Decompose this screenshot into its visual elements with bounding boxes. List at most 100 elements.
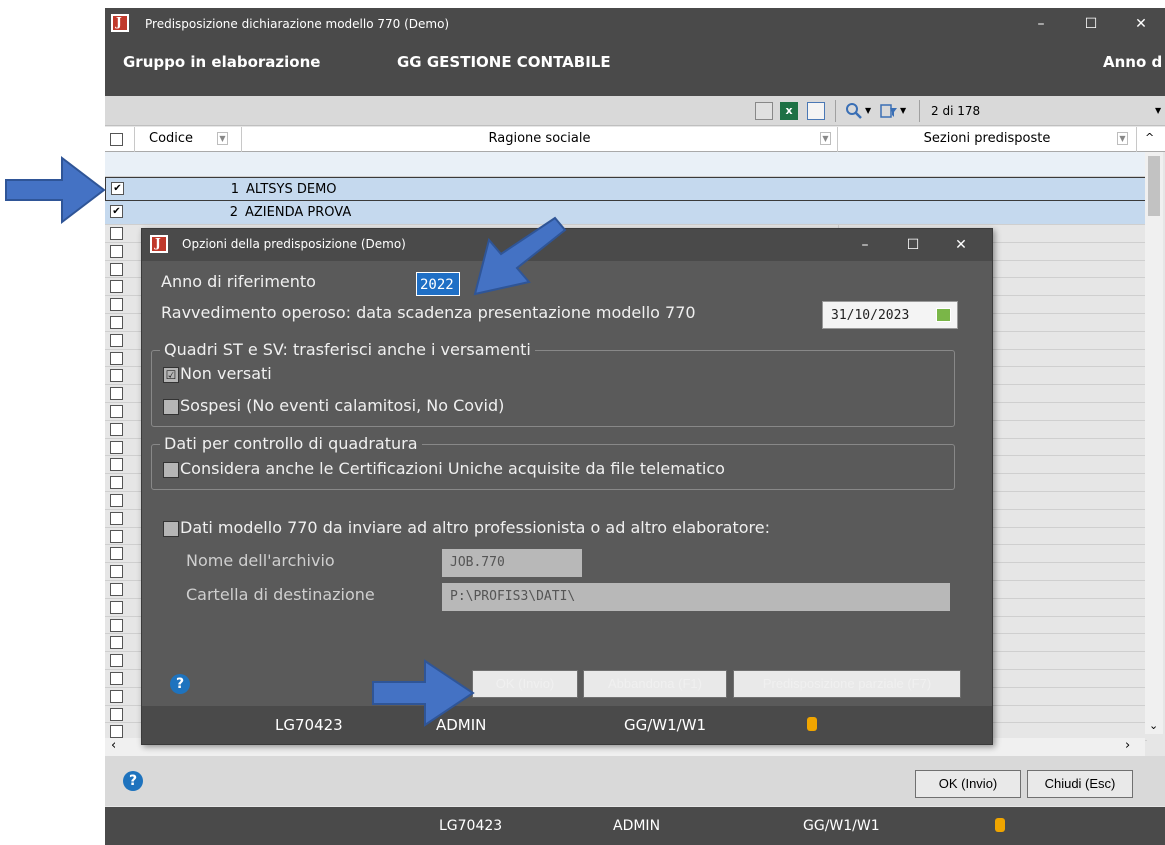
dialog-title: Opzioni della predisposizione (Demo) [182,237,406,251]
row-checkbox[interactable] [110,672,123,685]
row-checkbox[interactable] [110,351,123,365]
close-icon[interactable]: ✕ [938,229,984,261]
quadratura-group: Dati per controllo di quadratura Conside… [151,434,955,490]
table-row[interactable]: ✔ 2 AZIENDA PROVA [105,201,1147,225]
filter-dropdown-icon[interactable]: ▼ [820,132,831,145]
chevron-down-icon[interactable]: ▼ [1155,102,1165,120]
row-checkbox[interactable] [110,654,123,668]
vertical-scrollbar[interactable]: ⌄ [1145,152,1163,734]
row-checkbox[interactable] [110,440,123,454]
annotation-arrow [5,155,106,225]
row-checkbox[interactable] [110,725,123,739]
chevron-down-icon[interactable]: ▼ [900,102,918,120]
non-versati-checkbox[interactable]: ☑ [163,367,179,383]
row-checkbox[interactable] [110,600,123,614]
row-checkbox[interactable] [110,244,123,258]
row-checkbox[interactable] [110,369,123,383]
scroll-right-icon[interactable]: › [1125,738,1130,753]
row-checkbox[interactable] [110,333,123,347]
filter-icon[interactable] [880,102,898,120]
minimize-icon[interactable]: – [1018,8,1064,41]
row-checkbox[interactable] [110,262,123,276]
considera-label: Considera anche le Certificazioni Uniche… [180,459,725,478]
abbandona-button[interactable]: Abbandona (F1) [583,670,727,698]
header-codice-label: Codice [149,131,194,146]
row-checkbox[interactable] [110,494,123,507]
row-checkbox[interactable] [110,636,123,650]
row-checkbox[interactable] [110,707,123,721]
nome-archivio-label: Nome dell'archivio [186,551,335,570]
calendar-icon[interactable] [936,308,951,322]
close-button[interactable]: Chiudi (Esc) [1027,770,1133,798]
grid-header: Codice ▼ Ragione sociale ▼ Sezioni predi… [105,127,1165,152]
header-ragione-sociale[interactable]: Ragione sociale [242,127,838,152]
header-sezioni-label: Sezioni predisposte [923,131,1051,146]
versamenti-group-title: Quadri ST e SV: trasferisci anche i vers… [160,340,535,359]
anno-label: Anno di riferimento [161,272,316,291]
filter-dropdown-icon[interactable]: ▼ [1117,132,1128,145]
row-checkbox[interactable] [110,298,123,312]
help-icon[interactable]: ? [170,674,190,694]
main-titlebar: Predisposizione dichiarazione modello 77… [105,8,1165,41]
main-window-title: Predisposizione dichiarazione modello 77… [145,17,450,31]
search-icon[interactable] [845,102,863,120]
row-checkbox[interactable] [110,547,123,561]
dati-modello-label: Dati modello 770 da inviare ad altro pro… [180,518,771,537]
status-code: LG70423 [439,818,503,834]
status-path: GG/W1/W1 [624,716,707,734]
filter-dropdown-icon[interactable]: ▼ [217,132,228,145]
group-bar: Gruppo in elaborazione GG GESTIONE CONTA… [105,41,1165,96]
filter-row[interactable] [105,152,1147,177]
export-icon[interactable] [807,102,825,120]
status-path: GG/W1/W1 [803,818,880,834]
predisposizione-parziale-button[interactable]: Predisposizione parziale (F7) [733,670,961,698]
anno-input[interactable]: 2022 [416,272,460,296]
print-icon[interactable] [755,102,773,120]
database-icon [995,818,1005,832]
header-sezioni[interactable]: Sezioni predisposte [838,127,1137,152]
row-checkbox[interactable] [110,227,123,240]
close-icon[interactable]: ✕ [1118,8,1164,41]
dialog-statusbar: LG70423 ADMIN GG/W1/W1 [142,706,992,744]
minimize-icon[interactable]: – [842,229,888,261]
dati-modello-checkbox[interactable] [163,521,179,537]
ok-button[interactable]: OK (Invio) [472,670,578,698]
row-name: ALTSYS DEMO [246,182,337,197]
toolbar-separator [919,100,920,122]
dialog-body: Anno di riferimento 2022 Ravvedimento op… [151,261,984,707]
row-checkbox[interactable] [110,618,123,632]
row-checkbox[interactable] [110,511,123,525]
cartella-input[interactable]: P:\PROFIS3\DATI\ [442,583,950,611]
row-checkbox[interactable] [110,529,123,543]
row-checkbox[interactable] [110,422,123,436]
sospesi-checkbox[interactable] [163,399,179,415]
row-checkbox[interactable] [110,689,123,703]
scroll-down-icon[interactable]: ⌄ [1149,719,1158,732]
app-icon [111,14,129,32]
maximize-icon[interactable]: ☐ [1068,8,1114,41]
nome-archivio-input[interactable]: JOB.770 [442,549,582,577]
scroll-up-icon[interactable]: ^ [1145,131,1154,144]
quadratura-group-title: Dati per controllo di quadratura [160,434,422,453]
help-icon[interactable]: ? [123,771,143,791]
scroll-left-icon[interactable]: ‹ [111,738,116,753]
considera-checkbox[interactable] [163,462,179,478]
year-label: Anno d [1103,53,1163,71]
scrollbar-thumb[interactable] [1148,156,1160,216]
excel-icon[interactable]: x [780,102,798,120]
non-versati-label: Non versati [180,364,272,383]
versamenti-group: Quadri ST e SV: trasferisci anche i vers… [151,340,955,427]
row-checkbox[interactable]: ✔ [110,205,123,218]
row-checkbox[interactable] [110,316,123,329]
row-checkbox[interactable] [110,476,123,490]
row-checkbox[interactable] [110,583,123,596]
table-row[interactable]: ✔ 1 ALTSYS DEMO [105,177,1147,201]
row-checkbox[interactable] [110,458,123,472]
row-checkbox[interactable] [110,387,123,401]
row-checkbox[interactable] [110,565,123,579]
ok-button[interactable]: OK (Invio) [915,770,1021,798]
maximize-icon[interactable]: ☐ [890,229,936,261]
row-checkbox[interactable]: ✔ [111,182,124,195]
row-checkbox[interactable] [110,405,123,418]
row-checkbox[interactable] [110,280,123,294]
